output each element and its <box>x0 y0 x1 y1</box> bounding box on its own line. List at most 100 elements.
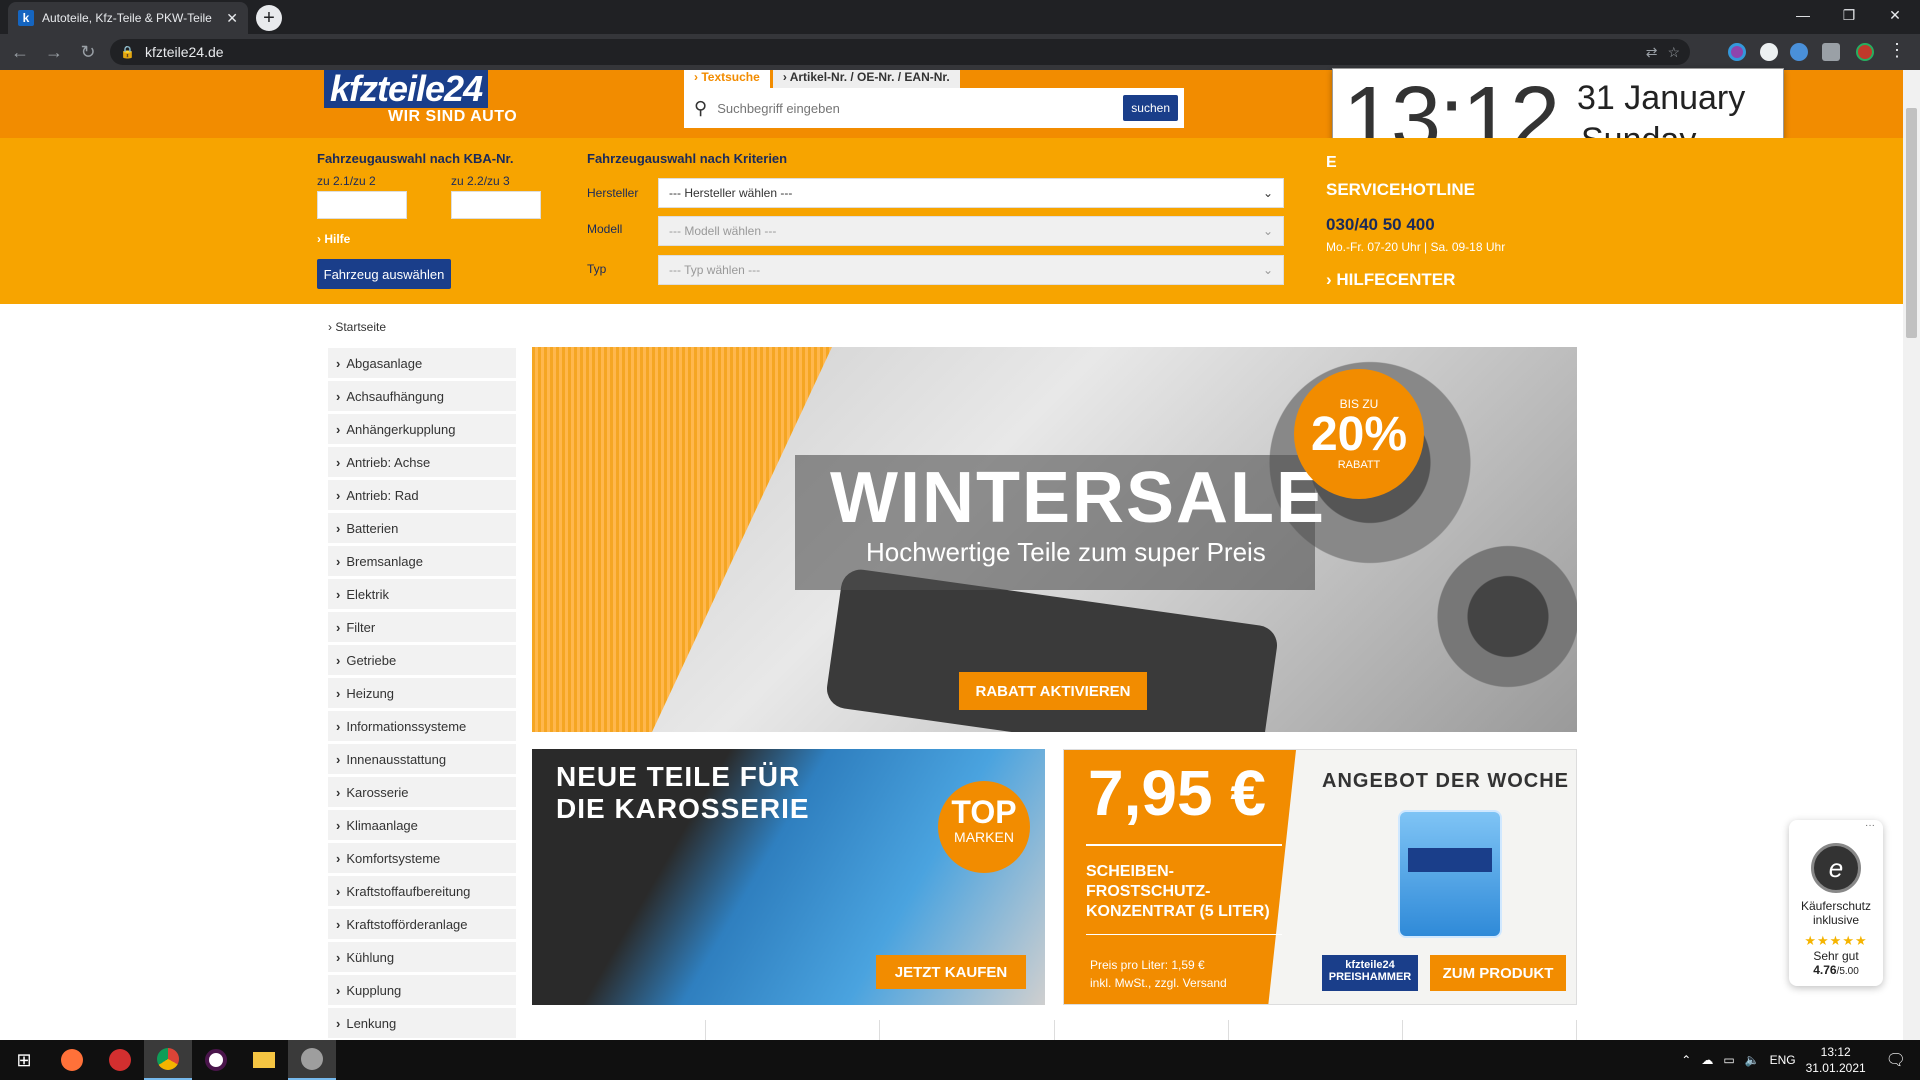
model-select[interactable]: --- Modell wählen --- ⌄ <box>658 216 1284 246</box>
sidebar-item[interactable]: › Anhängerkupplung <box>328 414 516 444</box>
start-button[interactable]: ⊞ <box>0 1040 48 1080</box>
back-icon[interactable]: ← <box>6 42 34 63</box>
chevron-right-icon: › <box>336 520 341 536</box>
bookmark-star-icon[interactable]: ☆ <box>1667 44 1680 61</box>
type-select[interactable]: --- Typ wählen --- ⌄ <box>658 255 1284 285</box>
new-tab-button[interactable]: + <box>256 5 282 31</box>
reload-icon[interactable]: ↻ <box>74 42 102 63</box>
sidebar-item[interactable]: › Antrieb: Achse <box>328 447 516 477</box>
logo-text: kfzteile24 <box>324 70 489 108</box>
search-tabs: › Textsuche › Artikel-Nr. / OE-Nr. / EAN… <box>684 70 960 88</box>
sidebar-item[interactable]: › Informationssysteme <box>328 711 516 741</box>
buyer-protection-label: Käuferschutz <box>1800 899 1872 913</box>
chevron-right-icon: › <box>336 784 341 800</box>
buy-now-button[interactable]: JETZT KAUFEN <box>876 955 1026 989</box>
sidebar-item[interactable]: › Komfortsysteme <box>328 843 516 873</box>
tab-close-icon[interactable]: ✕ <box>226 10 238 27</box>
type-value: --- Typ wählen --- <box>669 263 761 277</box>
breadcrumb[interactable]: › Startseite <box>328 320 386 334</box>
sidebar-item[interactable]: › Heizung <box>328 678 516 708</box>
network-icon[interactable]: ▭ <box>1723 1053 1734 1067</box>
sidebar-item[interactable]: › Kupplung <box>328 975 516 1005</box>
site-favicon-icon: k <box>18 10 34 26</box>
close-window-button[interactable]: ✕ <box>1872 0 1918 30</box>
extension-color-icon[interactable] <box>1728 43 1746 61</box>
forward-icon[interactable]: → <box>40 42 68 63</box>
weekly-offer-banner[interactable]: 7,95 € SCHEIBEN- FROSTSCHUTZ- KONZENTRAT (… <box>1063 749 1577 1005</box>
sidebar-item[interactable]: › Abgasanlage <box>328 348 516 378</box>
search-input[interactable] <box>717 100 1114 116</box>
translate-icon[interactable]: ⇄ <box>1646 44 1658 61</box>
sidebar-item[interactable]: › Antrieb: Rad <box>328 480 516 510</box>
top-brands-badge: TOP MARKEN <box>938 781 1030 873</box>
chevron-right-icon: › <box>336 1015 341 1031</box>
menu-kebab-icon[interactable]: ⋮ <box>1888 40 1906 61</box>
lock-icon[interactable]: 🔒 <box>120 45 135 59</box>
criteria-title: Fahrzeugauswahl nach Kriterien <box>587 151 788 166</box>
kba-field1-input[interactable] <box>317 191 407 219</box>
wintersale-banner[interactable]: WINTERSALE Hochwertige Teile zum super P… <box>532 347 1577 732</box>
tab-textsuche[interactable]: › Textsuche <box>684 70 770 88</box>
karosserie-banner[interactable]: NEUE TEILE FÜR DIE KAROSSERIE TOP MARKEN … <box>532 749 1045 1005</box>
cloud-icon[interactable]: ☁ <box>1701 1053 1713 1067</box>
select-vehicle-button[interactable]: Fahrzeug auswählen <box>317 259 451 289</box>
sidebar-item[interactable]: › Karosserie <box>328 777 516 807</box>
chevron-right-icon: › <box>336 421 341 437</box>
app-taskbar-icon[interactable] <box>288 1040 336 1080</box>
extension-download-icon[interactable] <box>1790 43 1808 61</box>
firefox-taskbar-icon[interactable] <box>48 1040 96 1080</box>
address-bar[interactable]: 🔒 kfzteile24.de ⇄ ☆ <box>110 39 1690 65</box>
help-link[interactable]: › Hilfe <box>317 232 350 246</box>
scrollbar-thumb[interactable] <box>1906 108 1917 338</box>
rating-text: Sehr gut <box>1813 949 1859 963</box>
helpcenter-link[interactable]: › HILFECENTER <box>1326 270 1455 290</box>
notifications-icon[interactable]: 🗨 <box>1886 1050 1906 1070</box>
extension-compass-icon[interactable] <box>1760 43 1778 61</box>
hotline-phone[interactable]: 030/40 50 400 <box>1326 215 1435 235</box>
sidebar-item[interactable]: › Filter <box>328 612 516 642</box>
kba-field2-input[interactable] <box>451 191 541 219</box>
taskbar-clock[interactable]: 13:12 31.01.2021 <box>1806 1044 1866 1076</box>
chrome-taskbar-icon[interactable] <box>144 1040 192 1080</box>
site-logo[interactable]: kfzteile24 WIR SIND AUTO <box>324 70 530 128</box>
discount-badge: BIS ZU 20% RABATT <box>1294 369 1424 499</box>
model-label: Modell <box>587 222 623 236</box>
sidebar-item[interactable]: › Elektrik <box>328 579 516 609</box>
manufacturer-select[interactable]: --- Hersteller wählen --- ⌄ <box>658 178 1284 208</box>
volume-icon[interactable]: 🔈 <box>1745 1053 1760 1067</box>
more-icon[interactable]: ··· <box>1789 820 1883 831</box>
chevron-right-icon: › <box>336 652 341 668</box>
slack-taskbar-icon[interactable] <box>192 1040 240 1080</box>
sidebar-item[interactable]: › Kraftstofförderanlage <box>328 909 516 939</box>
maximize-button[interactable]: ❐ <box>1826 0 1872 30</box>
language-indicator[interactable]: ENG <box>1770 1053 1796 1067</box>
chevron-right-icon: › <box>336 355 341 371</box>
sidebar-item[interactable]: › Kraftstoffaufbereitung <box>328 876 516 906</box>
extensions-puzzle-icon[interactable] <box>1822 43 1840 61</box>
activate-discount-button[interactable]: RABATT AKTIVIEREN <box>959 672 1147 710</box>
sidebar-item[interactable]: › Lenkung <box>328 1008 516 1038</box>
sidebar-item[interactable]: › Batterien <box>328 513 516 543</box>
sidebar-item[interactable]: › Achsaufhängung <box>328 381 516 411</box>
to-product-button[interactable]: ZUM PRODUKT <box>1430 955 1566 991</box>
app-red-taskbar-icon[interactable] <box>96 1040 144 1080</box>
clock-month: January <box>1624 79 1746 117</box>
profile-avatar[interactable] <box>1856 43 1874 61</box>
chevron-up-icon[interactable]: ⌃ <box>1681 1053 1691 1067</box>
trusted-shops-badge[interactable]: ··· e Käuferschutz inklusive ★★★★★ Sehr … <box>1789 820 1883 986</box>
offer-price-note: Preis pro Liter: 1,59 € inkl. MwSt., zzgl… <box>1090 958 1227 990</box>
file-explorer-taskbar-icon[interactable] <box>240 1040 288 1080</box>
tab-artikelnummer[interactable]: › Artikel-Nr. / OE-Nr. / EAN-Nr. <box>769 70 960 88</box>
air-filter-image <box>532 347 832 732</box>
buyer-protection-sub: inklusive <box>1812 913 1860 927</box>
sidebar-item[interactable]: › Kühlung <box>328 942 516 972</box>
minimize-button[interactable]: — <box>1780 0 1826 30</box>
sidebar-item[interactable]: › Klimaanlage <box>328 810 516 840</box>
sidebar-item[interactable]: › Bremsanlage <box>328 546 516 576</box>
search-button[interactable]: suchen <box>1123 95 1178 121</box>
offer-price: 7,95 € <box>1088 757 1266 829</box>
sidebar-item[interactable]: › Innenausstattung <box>328 744 516 774</box>
chevron-down-icon: ⌄ <box>1262 263 1273 277</box>
sidebar-item[interactable]: › Getriebe <box>328 645 516 675</box>
browser-tab[interactable]: k Autoteile, Kfz-Teile & PKW-Teile ✕ <box>8 2 248 34</box>
